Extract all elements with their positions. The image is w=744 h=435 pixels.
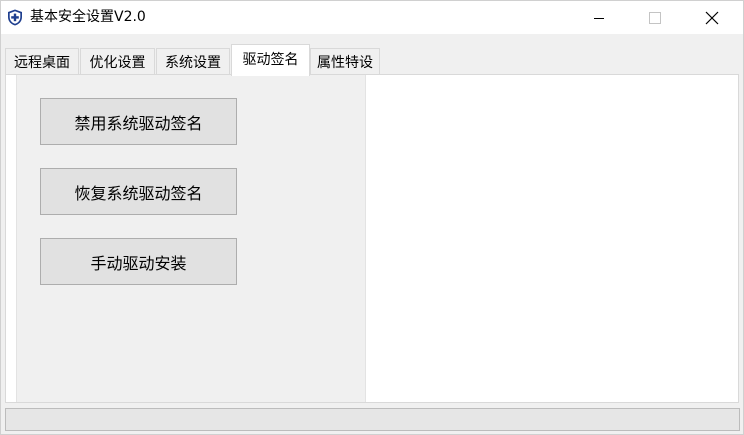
title-bar[interactable]: 基本安全设置V2.0 [1,1,743,34]
restore-driver-signing-button[interactable]: 恢复系统驱动签名 [40,168,237,215]
output-panel[interactable] [366,75,738,402]
disable-driver-signing-button[interactable]: 禁用系统驱动签名 [40,98,237,145]
maximize-button[interactable] [632,1,678,34]
tab-system-settings[interactable]: 系统设置 [156,48,230,75]
close-button[interactable] [689,1,735,34]
minimize-button[interactable] [576,1,622,34]
tab-remote-desktop[interactable]: 远程桌面 [5,48,79,75]
maximize-icon [649,11,661,24]
manual-driver-install-button[interactable]: 手动驱动安装 [40,238,237,285]
minimize-icon [593,12,605,24]
app-window: 基本安全设置V2.0 远程桌面 优化设置 系统设置 驱动签名 属性特设 禁用系统… [0,0,744,435]
window-title: 基本安全设置V2.0 [30,9,146,25]
tab-driver-signing[interactable]: 驱动签名 [231,44,310,76]
tab-optimization[interactable]: 优化设置 [80,48,155,75]
shield-icon [7,9,23,26]
status-bar [5,408,740,431]
action-panel: 禁用系统驱动签名 恢复系统驱动签名 手动驱动安装 [16,75,366,402]
driver-signing-page: 禁用系统驱动签名 恢复系统驱动签名 手动驱动安装 [5,74,739,403]
close-icon [705,11,719,25]
tab-attribute-settings[interactable]: 属性特设 [310,48,380,75]
